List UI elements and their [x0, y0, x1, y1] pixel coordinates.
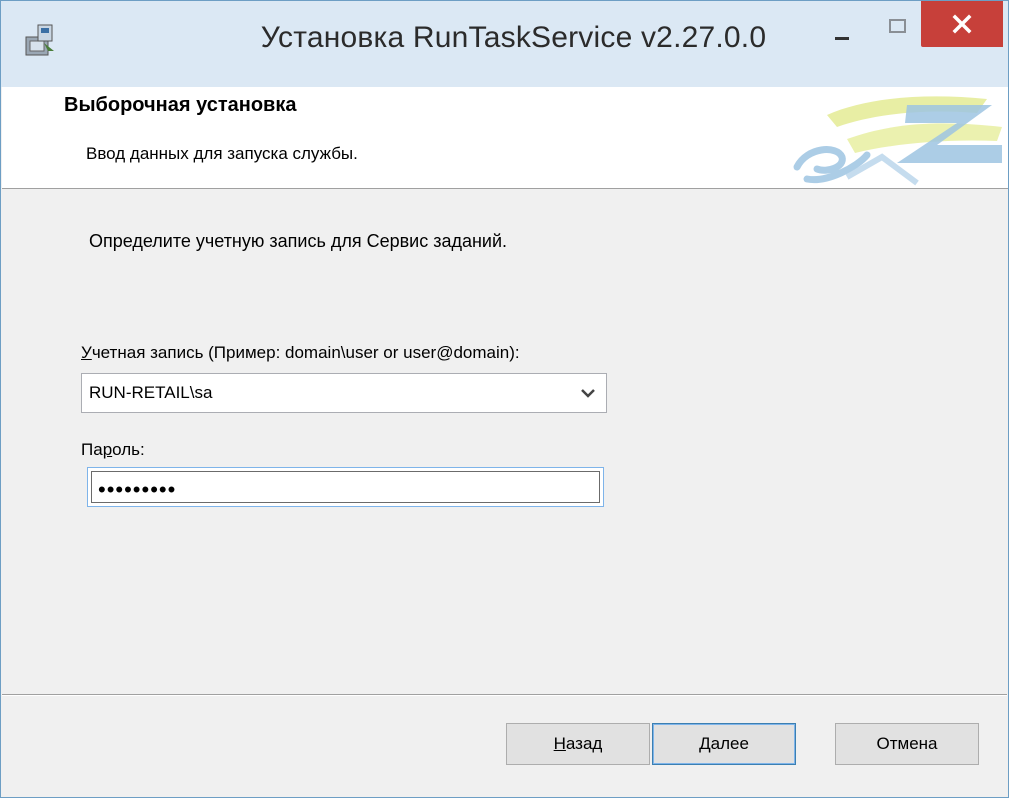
back-label: азад: [565, 734, 603, 753]
page-subtitle: Ввод данных для запуска службы.: [86, 144, 358, 163]
cancel-button[interactable]: Отмена: [835, 723, 979, 765]
password-label-end: оль:: [112, 440, 145, 459]
close-icon: [952, 14, 972, 34]
next-mnemonic: Д: [699, 734, 711, 753]
maximize-icon: [889, 19, 906, 33]
account-value: RUN-RETAIL\sa: [89, 383, 213, 402]
account-combobox[interactable]: RUN-RETAIL\sa: [81, 373, 607, 413]
minimize-icon: [835, 37, 849, 40]
account-label-text: четная запись (Пример: domain\user or us…: [91, 343, 520, 362]
account-label: Учетная запись (Пример: domain\user or u…: [81, 343, 520, 363]
back-button[interactable]: Назад: [506, 723, 650, 765]
page-title: Выборочная установка: [64, 94, 297, 116]
password-label: Пароль:: [81, 440, 145, 460]
maximize-button[interactable]: [875, 9, 921, 47]
next-button[interactable]: Далее: [652, 723, 796, 765]
next-label: алее: [710, 734, 749, 753]
back-mnemonic: Н: [553, 734, 566, 753]
header-banner: Выборочная установка Ввод данных для зап…: [2, 87, 1008, 189]
password-focus-rect: •••••••••: [91, 471, 600, 503]
installer-window: Установка RunTaskService v2.27.0.0 Выбор…: [0, 0, 1009, 798]
footer-divider-highlight: [2, 695, 1007, 696]
cancel-label: Отмена: [876, 734, 938, 753]
password-value: •••••••••: [98, 477, 177, 502]
password-label-mnemonic: р: [102, 440, 113, 459]
password-field[interactable]: •••••••••: [87, 467, 604, 507]
chevron-down-icon[interactable]: [580, 386, 596, 400]
instruction-text: Определите учетную запись для Сервис зад…: [89, 231, 508, 251]
close-button[interactable]: [921, 1, 1003, 47]
title-bar: Установка RunTaskService v2.27.0.0: [1, 1, 1008, 87]
minimize-button[interactable]: [819, 9, 865, 47]
password-label-start: Па: [81, 440, 103, 459]
brand-logo: [793, 96, 1002, 186]
account-label-mnemonic: У: [81, 343, 92, 362]
